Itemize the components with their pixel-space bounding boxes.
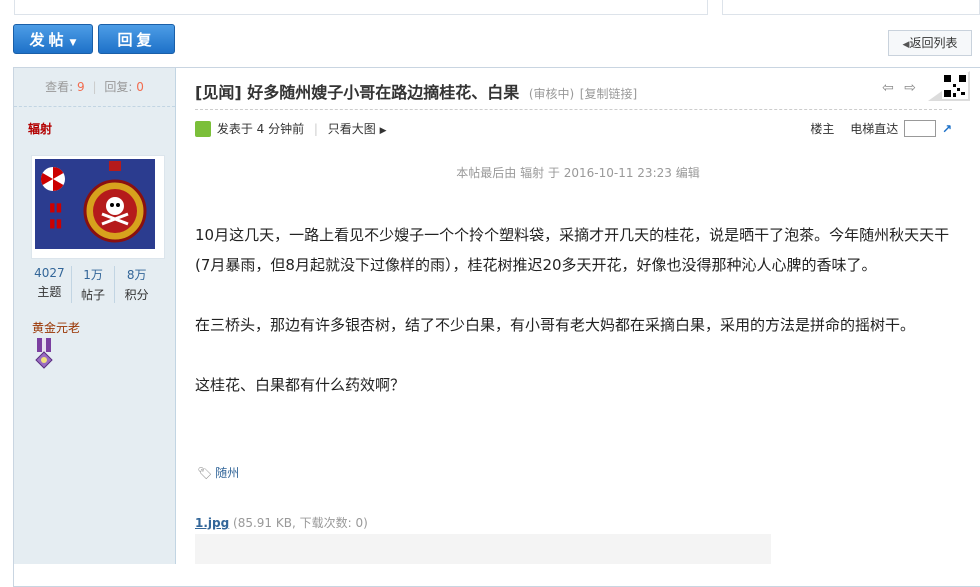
floor-owner-label: 楼主 (810, 122, 835, 136)
copy-link-button[interactable]: [复制链接] (580, 87, 637, 101)
qr-code-icon[interactable] (928, 71, 970, 101)
stat-value: 8万 (126, 268, 147, 282)
avatar-image: ▮▮ ▮▮ (35, 159, 155, 249)
chevron-down-icon: ▼ (69, 38, 77, 48)
author-sidebar: 查看: 9 | 回复: 0 辐射 ▮▮ ▮▮ 4027 主题 1万 帖子 8万 … (14, 68, 176, 564)
user-rank: 黄金元老 (32, 321, 81, 335)
floor-controls: 楼主 电梯直达 ↗ (810, 120, 952, 137)
tag-icon: 🏷 (197, 466, 213, 480)
only-big-image-link[interactable]: 只看大图 ▶ (328, 122, 387, 136)
attachment-image[interactable] (195, 534, 771, 564)
posted-time: 发表于 4 分钟前 (216, 122, 305, 136)
views-count: 9 (77, 80, 85, 94)
attachment-info: (85.91 KB, 下载次数: 0) (233, 516, 368, 530)
next-thread-icon[interactable]: ⇨ (904, 80, 916, 96)
post-tags: 🏷 随州 (197, 464, 239, 481)
previous-list-strip (14, 0, 708, 15)
floor-number-input[interactable] (904, 120, 937, 137)
new-post-button[interactable]: 发帖 ▼ (13, 24, 93, 54)
thread-nav: ⇦ ⇨ (882, 80, 916, 96)
avatar[interactable]: ▮▮ ▮▮ (31, 155, 165, 259)
only-big-image-label: 只看大图 (327, 122, 376, 136)
medal-icon (33, 338, 55, 377)
edit-note: 本帖最后由 辐射 于 2016-10-11 23:23 编辑 (456, 166, 700, 180)
svg-text:▮▮: ▮▮ (49, 200, 62, 214)
stat-posts[interactable]: 1万 帖子 (70, 266, 115, 303)
stat-threads[interactable]: 4027 主题 (28, 266, 71, 303)
previous-side-strip (722, 0, 980, 15)
online-status-icon (195, 121, 211, 137)
attachment-link[interactable]: 1.jpg (195, 516, 229, 530)
view-reply-counts: 查看: 9 | 回复: 0 (14, 68, 175, 107)
svg-text:▮▮: ▮▮ (49, 216, 62, 230)
post-meta: 发表于 4 分钟前 | 只看大图 ▶ 楼主 电梯直达 ↗ (195, 120, 952, 138)
new-post-label: 发帖 (29, 31, 68, 49)
replies-label: 回复: (104, 80, 133, 94)
paragraph: 这桂花、白果都有什么药效啊？ (195, 376, 406, 394)
review-status: (审核中) (528, 87, 575, 101)
post-title-row: [见闻] 好多随州嫂子小哥在路边摘桂花、白果 (审核中) [复制链接] (195, 79, 637, 103)
back-to-list-button[interactable]: ◀返回列表 (888, 30, 972, 56)
elevator-label: 电梯直达 (850, 122, 899, 136)
post-content: 10月这几天，一路上看见不少嫂子一个个拎个塑料袋，采摘才开几天的桂花，说是晒干了… (195, 220, 955, 430)
post-main: [见闻] 好多随州嫂子小哥在路边摘桂花、白果 (审核中) [复制链接] ⇦ ⇨ … (176, 68, 980, 564)
stat-points[interactable]: 8万 积分 (114, 266, 158, 303)
stat-value: 1万 (83, 268, 103, 282)
views-label: 查看: (45, 80, 74, 94)
separator: | (313, 122, 318, 136)
stat-label: 帖子 (81, 288, 106, 302)
paragraph: 10月这几天，一路上看见不少嫂子一个个拎个塑料袋，采摘才开几天的桂花，说是晒干了… (195, 226, 950, 274)
divider (195, 109, 952, 110)
tag-link[interactable]: 随州 (215, 466, 239, 480)
stat-label: 主题 (37, 285, 62, 299)
play-arrow-icon: ▶ (379, 126, 387, 136)
prev-thread-icon[interactable]: ⇦ (882, 80, 894, 96)
paragraph: 在三桥头，那边有许多银杏树，结了不少白果，有小哥有老大妈都在采摘白果，采用的方法… (195, 316, 916, 334)
author-name[interactable]: 辐射 (28, 120, 52, 137)
replies-count: 0 (136, 80, 144, 94)
author-stats: 4027 主题 1万 帖子 8万 积分 (28, 266, 158, 303)
go-floor-icon[interactable]: ↗ (942, 122, 952, 136)
post-title: 好多随州嫂子小哥在路边摘桂花、白果 (247, 83, 520, 102)
reply-button[interactable]: 回复 (98, 24, 175, 54)
post-category[interactable]: [见闻] (195, 83, 242, 102)
separator: | (92, 80, 97, 94)
attachment: 1.jpg (85.91 KB, 下载次数: 0) (195, 514, 368, 531)
stat-value: 4027 (34, 266, 65, 280)
back-to-list-label: 返回列表 (909, 36, 958, 50)
stat-label: 积分 (124, 288, 149, 302)
